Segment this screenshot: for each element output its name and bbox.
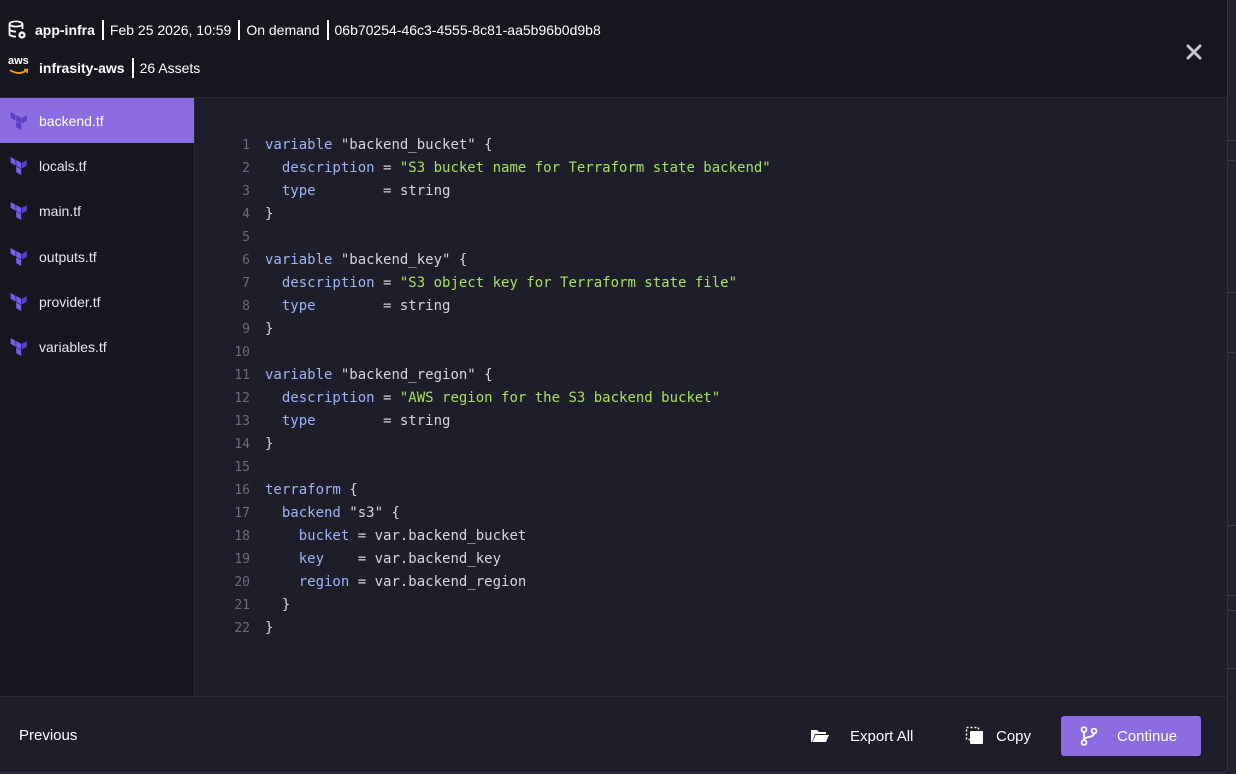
iac-preview-modal: app-infra Feb 25 2026, 10:59 On demand 0… — [0, 0, 1228, 773]
file-label: backend.tf — [39, 112, 104, 129]
line-content: description = "AWS region for the S3 bac… — [281, 390, 721, 406]
modal-header: app-infra Feb 25 2026, 10:59 On demand 0… — [0, 0, 1227, 98]
line-content: key = var.backend_key — [298, 551, 502, 567]
database-icon — [8, 20, 26, 39]
account-info-row: aws infrasity-aws 26 Assets — [8, 55, 201, 79]
line-content: backend "s3" { — [281, 505, 400, 521]
continue-button[interactable]: Continue — [1061, 716, 1201, 756]
line-number: 18 — [234, 529, 250, 544]
line-number: 1 — [242, 138, 250, 153]
line-number: 11 — [234, 368, 250, 383]
close-icon — [1186, 44, 1202, 60]
line-content: variable "backend_region" { — [265, 367, 493, 383]
line-content: type = string — [281, 298, 451, 314]
line-number: 16 — [234, 483, 250, 498]
previous-button[interactable]: Previous — [19, 727, 77, 744]
line-number: 8 — [242, 299, 250, 314]
git-branch-icon — [1080, 726, 1098, 746]
line-number: 4 — [242, 207, 250, 222]
terraform-icon — [10, 338, 27, 357]
line-number: 6 — [242, 253, 250, 268]
line-number: 12 — [234, 391, 250, 406]
line-number: 14 — [234, 437, 250, 452]
line-content: type = string — [281, 413, 451, 429]
line-content: type = string — [281, 183, 451, 199]
copy-label: Copy — [996, 727, 1032, 745]
modal-footer: Previous Export All Copy Continue — [0, 696, 1227, 772]
file-item-locals[interactable]: locals.tf — [0, 143, 194, 188]
terraform-icon — [10, 292, 27, 311]
file-item-backend[interactable]: backend.tf — [0, 98, 194, 144]
line-number: 15 — [234, 460, 250, 475]
file-item-variables[interactable]: variables.tf — [0, 324, 194, 369]
line-number: 13 — [234, 414, 250, 429]
line-number: 20 — [234, 575, 250, 590]
divider — [238, 20, 241, 40]
folder-open-icon — [811, 730, 829, 742]
file-item-provider[interactable]: provider.tf — [0, 279, 194, 324]
line-number: 2 — [242, 161, 250, 176]
line-number: 7 — [242, 276, 250, 291]
line-number: 21 — [234, 598, 250, 613]
export-all-button[interactable]: Export All — [810, 723, 913, 749]
file-label: locals.tf — [39, 157, 87, 174]
line-number: 9 — [242, 322, 250, 337]
line-content: variable "backend_key" { — [265, 252, 468, 268]
line-content: } — [265, 206, 274, 222]
file-list: backend.tf locals.tf main.tf outputs.tf … — [0, 98, 195, 696]
file-label: variables.tf — [39, 339, 107, 356]
terraform-icon — [10, 247, 27, 266]
terraform-icon — [10, 202, 27, 221]
line-content: description = "S3 object key for Terrafo… — [281, 275, 738, 291]
line-content: terraform { — [265, 482, 358, 498]
file-label: provider.tf — [39, 293, 101, 310]
line-content: } — [265, 597, 291, 613]
line-number: 10 — [234, 345, 250, 360]
project-name: app-infra — [35, 22, 95, 38]
code-viewer[interactable]: 1 variable "backend_bucket" { 2 descriptio… — [195, 98, 1227, 696]
file-item-main[interactable]: main.tf — [0, 189, 194, 234]
export-all-label: Export All — [850, 727, 914, 745]
divider — [326, 20, 329, 40]
run-info-row: app-infra Feb 25 2026, 10:59 On demand 0… — [8, 20, 601, 40]
line-number: 3 — [242, 184, 250, 199]
line-content: region = var.backend_region — [298, 574, 527, 590]
file-label: main.tf — [39, 203, 82, 220]
line-content: } — [265, 321, 274, 337]
account-name: infrasity-aws — [39, 60, 125, 76]
copy-icon — [965, 726, 983, 744]
line-content: variable "backend_bucket" { — [265, 137, 493, 153]
terraform-icon — [10, 156, 27, 175]
terraform-icon — [10, 111, 27, 130]
file-label: outputs.tf — [39, 248, 97, 265]
line-content: bucket = var.backend_bucket — [298, 528, 527, 544]
line-content: description = "S3 bucket name for Terraf… — [281, 160, 771, 176]
line-number: 5 — [242, 230, 250, 245]
run-trigger: On demand — [246, 22, 320, 38]
line-number: 19 — [234, 552, 250, 567]
aws-logo-icon: aws — [8, 55, 30, 79]
line-content: } — [265, 620, 274, 636]
copy-button[interactable]: Copy — [965, 722, 1031, 750]
divider — [101, 20, 104, 40]
file-item-outputs[interactable]: outputs.tf — [0, 234, 194, 279]
run-id: 06b70254-46c3-4555-8c81-aa5b96b0d9b8 — [334, 22, 601, 38]
divider — [131, 58, 134, 78]
run-date: Feb 25 2026, 10:59 — [109, 22, 232, 38]
line-content: } — [265, 436, 274, 452]
asset-count: 26 Assets — [139, 60, 201, 76]
close-button[interactable] — [1184, 42, 1204, 62]
line-number: 17 — [234, 506, 250, 521]
line-number: 22 — [234, 621, 250, 636]
continue-label: Continue — [1117, 727, 1178, 745]
